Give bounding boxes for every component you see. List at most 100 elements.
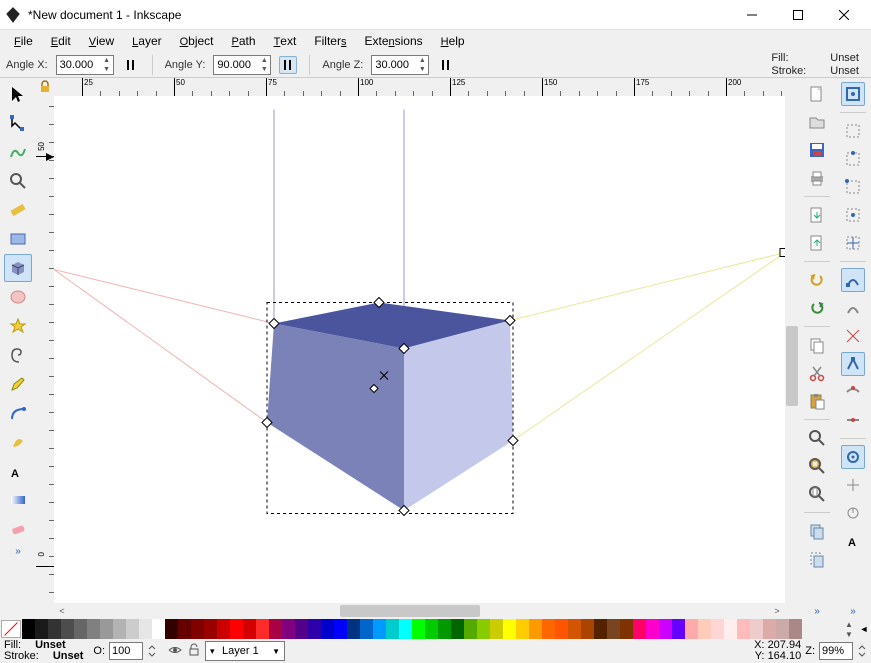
- swatch[interactable]: [61, 619, 74, 639]
- swatch[interactable]: [126, 619, 139, 639]
- swatch[interactable]: [711, 619, 724, 639]
- swatch[interactable]: [516, 619, 529, 639]
- snap-other-icon[interactable]: [841, 445, 865, 469]
- ruler-lock-icon[interactable]: [36, 78, 54, 96]
- copy-icon[interactable]: [805, 333, 829, 357]
- swatch[interactable]: [282, 619, 295, 639]
- snap-intersection-icon[interactable]: [841, 324, 865, 348]
- angle-x-input[interactable]: ▲▼: [56, 55, 114, 75]
- snap-path-icon[interactable]: [841, 296, 865, 320]
- zoom-page-icon[interactable]: [805, 482, 829, 506]
- ruler-horizontal[interactable]: 255075100125150175200: [54, 78, 785, 96]
- swatch[interactable]: [490, 619, 503, 639]
- angle-x-up[interactable]: ▲: [101, 56, 113, 65]
- swatch[interactable]: [100, 619, 113, 639]
- swatch[interactable]: [230, 619, 243, 639]
- maximize-button[interactable]: [775, 0, 821, 30]
- zoom-drawing-icon[interactable]: [805, 454, 829, 478]
- angle-y-input[interactable]: ▲▼: [213, 55, 271, 75]
- swatch[interactable]: [555, 619, 568, 639]
- swatch[interactable]: [373, 619, 386, 639]
- minimize-button[interactable]: [729, 0, 775, 30]
- canvas[interactable]: [54, 96, 785, 603]
- vp-x-toggle[interactable]: [122, 56, 140, 74]
- close-button[interactable]: [821, 0, 867, 30]
- spiral-tool[interactable]: [4, 341, 32, 369]
- swatch[interactable]: [789, 619, 802, 639]
- ellipse-tool[interactable]: [4, 283, 32, 311]
- ruler-vertical[interactable]: 500: [36, 96, 54, 603]
- swatch[interactable]: [659, 619, 672, 639]
- bezier-tool[interactable]: [4, 399, 32, 427]
- swatch[interactable]: [35, 619, 48, 639]
- swatch[interactable]: [152, 619, 165, 639]
- zoom-tool[interactable]: [4, 167, 32, 195]
- swatch[interactable]: [22, 619, 35, 639]
- swatch[interactable]: [763, 619, 776, 639]
- snap-bbox-icon[interactable]: [841, 119, 865, 143]
- swatch[interactable]: [529, 619, 542, 639]
- swatch[interactable]: [386, 619, 399, 639]
- swatch[interactable]: [256, 619, 269, 639]
- snap-cusp-icon[interactable]: [841, 352, 865, 376]
- menu-extensions[interactable]: Extensions: [356, 32, 430, 50]
- snap-bbox-midpoint-icon[interactable]: [841, 203, 865, 227]
- swatch[interactable]: [87, 619, 100, 639]
- swatch[interactable]: [698, 619, 711, 639]
- menu-text[interactable]: Text: [266, 32, 305, 50]
- swatch[interactable]: [347, 619, 360, 639]
- swatch[interactable]: [178, 619, 191, 639]
- scroll-right-button[interactable]: >: [769, 603, 785, 619]
- vp-y-toggle[interactable]: [279, 56, 297, 74]
- palette-scroll-down[interactable]: ▼: [841, 629, 857, 639]
- swatch[interactable]: [321, 619, 334, 639]
- save-icon[interactable]: [805, 138, 829, 162]
- swatch[interactable]: [412, 619, 425, 639]
- angle-z-up[interactable]: ▲: [416, 56, 428, 65]
- palette-menu-button[interactable]: ◄: [857, 619, 871, 639]
- swatch[interactable]: [74, 619, 87, 639]
- selector-tool[interactable]: [4, 80, 32, 108]
- open-icon[interactable]: [805, 110, 829, 134]
- snap-rotation-icon[interactable]: [841, 501, 865, 525]
- snap-enable-icon[interactable]: [841, 82, 865, 106]
- pencil-tool[interactable]: [4, 370, 32, 398]
- eraser-tool[interactable]: [4, 515, 32, 543]
- swatch[interactable]: [750, 619, 763, 639]
- angle-z-input[interactable]: ▲▼: [371, 55, 429, 75]
- swatch[interactable]: [308, 619, 321, 639]
- commands-more[interactable]: »: [814, 606, 820, 617]
- rect-tool[interactable]: [4, 225, 32, 253]
- scrollbar-h-thumb[interactable]: [340, 605, 480, 617]
- tweak-tool[interactable]: [4, 138, 32, 166]
- swatch[interactable]: [464, 619, 477, 639]
- swatch[interactable]: [594, 619, 607, 639]
- zoom-spinner[interactable]: [857, 643, 867, 659]
- star-tool[interactable]: [4, 312, 32, 340]
- opacity-input[interactable]: [109, 642, 143, 660]
- swatch[interactable]: [165, 619, 178, 639]
- swatch[interactable]: [243, 619, 256, 639]
- snap-nodes-icon[interactable]: [841, 268, 865, 292]
- palette-scroll-up[interactable]: ▲: [841, 619, 857, 629]
- angle-y-down[interactable]: ▼: [258, 65, 270, 74]
- export-icon[interactable]: [805, 231, 829, 255]
- menu-help[interactable]: Help: [433, 32, 473, 50]
- swatch[interactable]: [269, 619, 282, 639]
- menu-file[interactable]: File: [6, 32, 41, 50]
- measure-tool[interactable]: [4, 196, 32, 224]
- undo-icon[interactable]: [805, 268, 829, 292]
- duplicate-icon[interactable]: [805, 519, 829, 543]
- angle-y-up[interactable]: ▲: [258, 56, 270, 65]
- swatch[interactable]: [620, 619, 633, 639]
- scrollbar-horizontal[interactable]: [70, 603, 769, 619]
- angle-z-down[interactable]: ▼: [416, 65, 428, 74]
- cut-icon[interactable]: [805, 361, 829, 385]
- swatch[interactable]: [724, 619, 737, 639]
- swatch[interactable]: [503, 619, 516, 639]
- swatch[interactable]: [425, 619, 438, 639]
- node-tool[interactable]: [4, 109, 32, 137]
- swatch[interactable]: [646, 619, 659, 639]
- swatch[interactable]: [477, 619, 490, 639]
- 3dbox-tool[interactable]: [4, 254, 32, 282]
